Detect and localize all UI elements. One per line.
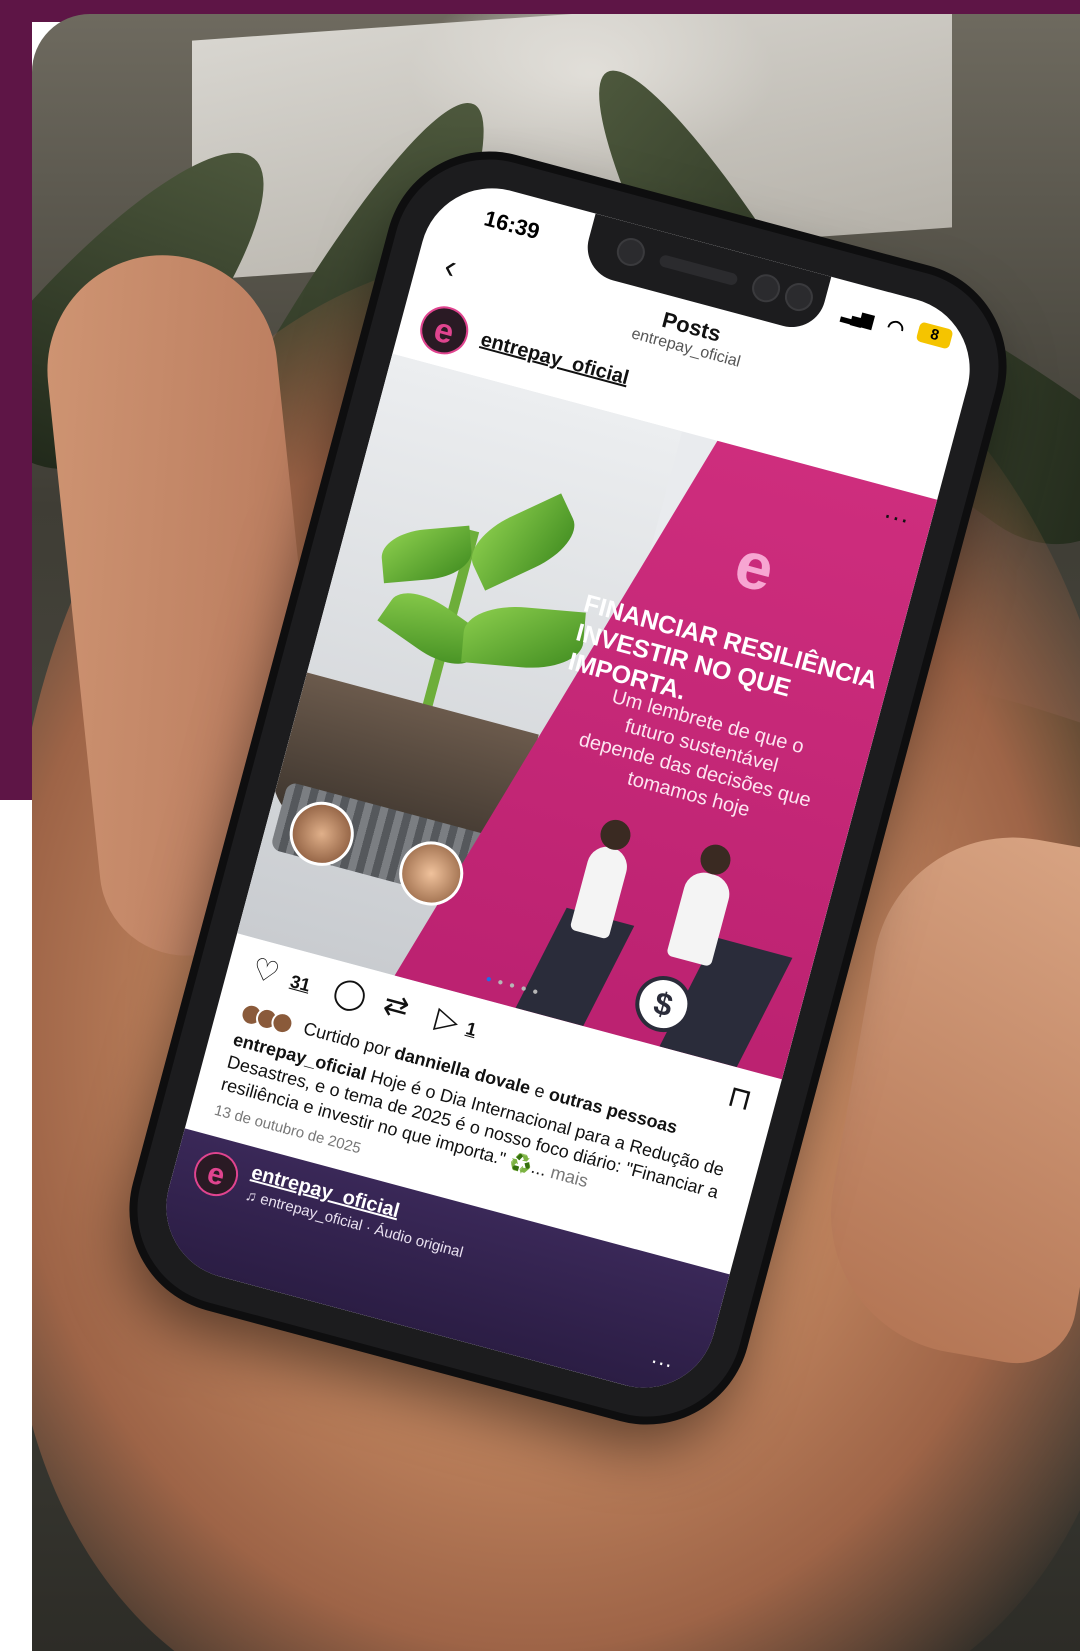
signal-bars-icon: ▂▄▆ (840, 305, 874, 330)
comment-icon[interactable]: ◯ (329, 973, 371, 1015)
bookmark-icon[interactable]: ⊓ (724, 1079, 756, 1119)
wifi-icon: ◠ (884, 315, 907, 341)
more-options-icon[interactable]: ··· (647, 1347, 676, 1378)
brand-band-left (0, 0, 32, 800)
status-time: 16:39 (481, 205, 543, 245)
sensor-icon (781, 279, 817, 315)
repost-icon[interactable]: ⇄ (379, 986, 413, 1026)
avatar[interactable]: e (414, 300, 474, 360)
send-icon[interactable]: ▷ (432, 1000, 463, 1040)
avatar[interactable]: e (189, 1147, 244, 1202)
camera-icon (748, 271, 784, 306)
speaker (658, 253, 739, 287)
camera-icon (613, 234, 649, 270)
send-count[interactable]: 1 (464, 1018, 479, 1041)
like-count[interactable]: 31 (288, 971, 313, 996)
heart-icon[interactable]: ♡ (248, 951, 283, 992)
liked-connector: e (532, 1080, 548, 1102)
battery-icon: 8 (915, 321, 954, 350)
